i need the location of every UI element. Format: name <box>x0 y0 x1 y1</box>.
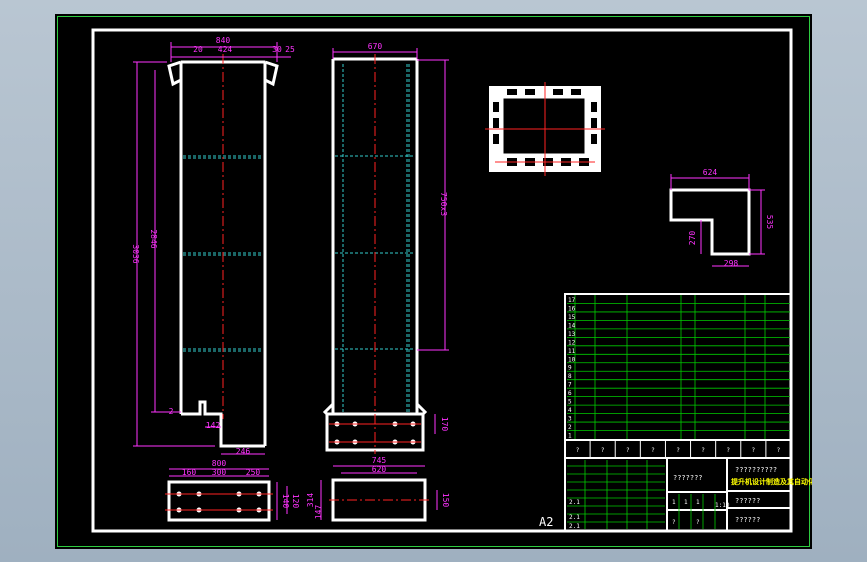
parts-row-number: 2 <box>568 424 572 431</box>
drawing-title-line1: ?????????? <box>735 466 777 474</box>
header-cell: ? <box>701 447 705 454</box>
scale-value: 1:10 <box>715 502 730 509</box>
header-cell: ? <box>752 447 756 454</box>
dim-hopper-h-right: 150 <box>441 493 450 508</box>
l-bracket-outline <box>669 188 751 256</box>
parts-table-grid <box>567 295 790 439</box>
small-cell-6: 1 <box>696 499 700 506</box>
parts-row-number: 13 <box>568 331 576 338</box>
front-view-dimension-text: 840 20 424 30 25 3036 2846 2 142 246 <box>131 36 295 456</box>
header-cell: ? <box>626 447 630 454</box>
outer-border <box>57 16 810 547</box>
title-block-header-cells: ????????? <box>576 440 781 458</box>
dim-base-h1: 140 <box>281 494 290 509</box>
dim-inner-height: 2846 <box>149 229 158 248</box>
dim-top-width: 670 <box>368 42 383 51</box>
small-cell-5: 1 <box>684 499 688 506</box>
base-plate-dimension-text: 800 160 300 250 140 120 <box>182 459 300 508</box>
dim-base-seg3: 250 <box>246 468 261 477</box>
title-block-fine-grid <box>567 460 716 529</box>
drawing-number: ?????? <box>735 497 760 505</box>
header-cell: ? <box>676 447 680 454</box>
base-plate-centerlines <box>165 493 273 511</box>
dim-overall-width: 840 <box>216 36 231 45</box>
parts-row-number: 1 <box>568 433 572 440</box>
cad-viewport[interactable]: 840 20 424 30 25 3036 2846 2 142 246 670… <box>0 0 867 562</box>
dim-hopper-h-inner: 147 <box>314 505 323 520</box>
flange-plan-view <box>485 82 605 176</box>
side-view: 670 750x3 170 <box>322 42 449 454</box>
header-cell: ? <box>726 447 730 454</box>
parts-table-row-numbers: 1716 1514 1312 1110 98 76 54 32 1 <box>568 297 576 440</box>
parts-row-number: 6 <box>568 390 572 397</box>
small-cell-7: ? <box>672 519 676 526</box>
parts-row-number: 10 <box>568 356 576 363</box>
small-cell-8: ? <box>696 519 700 526</box>
l-bracket-view: 624 535 270 298 <box>669 168 774 268</box>
dim-l-right: 535 <box>765 215 774 230</box>
dim-l-top: 624 <box>703 168 718 177</box>
title-block: ????????? ??????? ?????????? 提升机设计制造及其自动… <box>564 439 812 532</box>
parts-table: 1716 1514 1312 1110 98 76 54 32 1 <box>564 293 792 441</box>
hopper-dimension-lines <box>320 465 438 520</box>
parts-row-number: 17 <box>568 297 576 304</box>
dim-l-left: 270 <box>688 231 697 246</box>
dim-base-seg1: 160 <box>182 468 197 477</box>
parts-row-number: 5 <box>568 399 572 406</box>
dim-hopper-inner: 620 <box>372 465 387 474</box>
dim-total-height: 3036 <box>131 244 140 263</box>
paper-size-label: A2 <box>539 515 553 529</box>
parts-row-number: 7 <box>568 382 572 389</box>
base-plate-outline <box>167 480 271 522</box>
dim-bottom-offset: 2 <box>169 407 174 416</box>
sheet-cell: ?????? <box>735 516 760 524</box>
small-cell-2: 2.1 <box>569 514 580 521</box>
parts-row-number: 8 <box>568 373 572 380</box>
parts-row-number: 11 <box>568 348 576 355</box>
dim-base-overall: 800 <box>212 459 227 468</box>
flange-opening <box>502 97 586 155</box>
dim-base-h2: 120 <box>291 494 300 509</box>
parts-table-frame <box>564 293 792 441</box>
parts-row-number: 12 <box>568 339 576 346</box>
dim-right-gap: 25 <box>285 45 295 54</box>
dim-height-label: 750x3 <box>439 192 448 216</box>
drawing-sheet: 840 20 424 30 25 3036 2846 2 142 246 670… <box>57 16 812 547</box>
side-view-dimension-text: 670 750x3 170 <box>368 42 449 431</box>
header-cell: ? <box>651 447 655 454</box>
header-cell: ? <box>576 447 580 454</box>
parts-row-number: 4 <box>568 407 572 414</box>
drawing-canvas[interactable]: 840 20 424 30 25 3036 2846 2 142 246 670… <box>55 14 812 549</box>
drawing-title-line2: 提升机设计制造及其自动化 <box>730 477 812 486</box>
dim-hopper-outer: 745 <box>372 456 387 465</box>
dim-base-width: 246 <box>236 447 251 456</box>
parts-row-number: 9 <box>568 365 572 372</box>
dim-flange-height: 170 <box>440 417 449 432</box>
sheet-frame <box>91 28 793 533</box>
small-cell-3: 2.1 <box>569 523 580 530</box>
small-cell-1: 2.1 <box>569 499 580 506</box>
dim-left-rim: 20 <box>193 45 203 54</box>
header-cell: ? <box>601 447 605 454</box>
company-placeholder: ??????? <box>673 474 703 482</box>
hopper-plan-view: 745 620 314 147 150 <box>306 456 450 522</box>
base-plate-bolts <box>176 491 262 513</box>
header-cell: ? <box>777 447 781 454</box>
dim-base-seg2: 300 <box>212 468 227 477</box>
dim-l-bottom: 298 <box>724 259 739 268</box>
dim-right-rim: 30 <box>272 45 282 54</box>
parts-row-number: 14 <box>568 322 576 329</box>
small-cell-4: 1 <box>672 499 676 506</box>
front-view: 840 20 424 30 25 3036 2846 2 142 246 <box>131 36 295 456</box>
side-view-dimension-lines <box>332 48 449 434</box>
parts-row-number: 3 <box>568 416 572 423</box>
dim-outlet-width: 142 <box>206 421 221 430</box>
base-plate-view: 800 160 300 250 140 120 <box>165 459 300 522</box>
dim-inner-width: 424 <box>218 45 233 54</box>
parts-row-number: 16 <box>568 305 576 312</box>
parts-row-number: 15 <box>568 314 576 321</box>
hopper-dimension-text: 745 620 314 147 150 <box>306 456 450 519</box>
